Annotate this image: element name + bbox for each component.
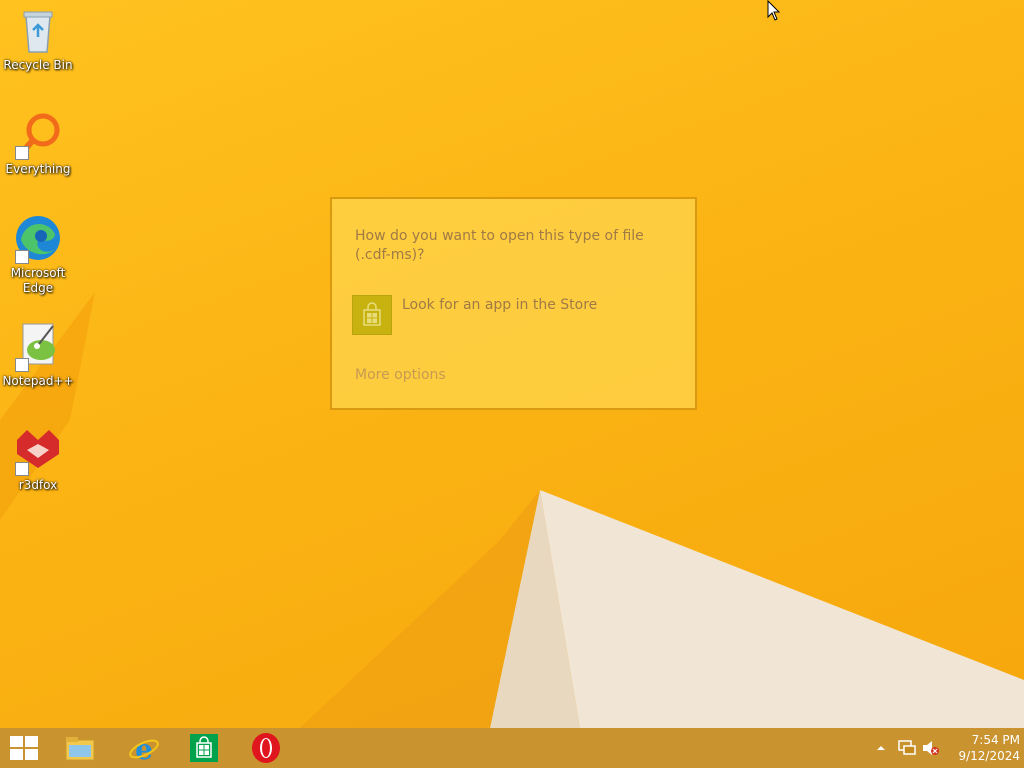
system-tray bbox=[874, 728, 944, 768]
desktop-icon-r3dfox[interactable]: r3dfox bbox=[0, 426, 76, 493]
open-with-dialog: How do you want to open this type of fil… bbox=[330, 197, 697, 410]
recycle-bin-icon bbox=[13, 6, 63, 56]
taskbar-file-explorer[interactable] bbox=[50, 728, 110, 768]
store-option-label: Look for an app in the Store bbox=[402, 297, 598, 313]
taskbar-store[interactable] bbox=[174, 728, 234, 768]
more-options-link[interactable]: More options bbox=[355, 367, 446, 383]
desktop-icon-label: Microsoft Edge bbox=[10, 266, 66, 295]
desktop-icon-label: Recycle Bin bbox=[3, 58, 73, 72]
network-icon[interactable] bbox=[898, 740, 916, 756]
r3dfox-icon bbox=[13, 426, 63, 476]
mouse-cursor-icon bbox=[767, 0, 781, 21]
everything-search-icon bbox=[13, 110, 63, 160]
desktop-icon-label: Notepad++ bbox=[2, 374, 74, 388]
shortcut-arrow-icon bbox=[15, 146, 29, 160]
taskbar: e 7:54 PM 9/12/2024 bbox=[0, 728, 1024, 768]
desktop-icon-everything[interactable]: Everything bbox=[0, 110, 76, 177]
desktop-icon-label: r3dfox bbox=[18, 478, 58, 492]
taskbar-opera[interactable] bbox=[236, 728, 296, 768]
shortcut-arrow-icon bbox=[15, 250, 29, 264]
wallpaper-white-shard bbox=[540, 490, 1024, 728]
svg-text:e: e bbox=[135, 733, 153, 764]
start-button[interactable] bbox=[0, 728, 48, 768]
clock-date: 9/12/2024 bbox=[958, 749, 1020, 763]
store-bag-icon bbox=[352, 295, 392, 335]
shortcut-arrow-icon bbox=[15, 358, 29, 372]
desktop-icon-microsoft-edge[interactable]: Microsoft Edge bbox=[0, 214, 76, 296]
file-explorer-icon bbox=[65, 737, 95, 761]
edge-icon bbox=[13, 214, 63, 264]
volume-muted-icon[interactable] bbox=[922, 740, 940, 756]
desktop[interactable]: Recycle Bin Everything Microsoft Edge No… bbox=[0, 0, 1024, 728]
desktop-icon-recycle-bin[interactable]: Recycle Bin bbox=[0, 6, 76, 73]
store-icon bbox=[190, 734, 218, 762]
desktop-icon-label: Everything bbox=[5, 162, 71, 176]
dialog-title: How do you want to open this type of fil… bbox=[355, 228, 644, 263]
clock[interactable]: 7:54 PM 9/12/2024 bbox=[946, 732, 1020, 764]
notepad-plus-plus-icon bbox=[13, 322, 63, 372]
shortcut-arrow-icon bbox=[15, 462, 29, 476]
taskbar-internet-explorer[interactable]: e bbox=[114, 728, 174, 768]
opera-icon bbox=[252, 733, 280, 763]
start-icon bbox=[10, 736, 38, 760]
desktop-icon-notepad-plus-plus[interactable]: Notepad++ bbox=[0, 322, 76, 389]
clock-time: 7:54 PM bbox=[971, 733, 1020, 747]
look-for-app-in-store-option[interactable]: Look for an app in the Store bbox=[352, 295, 672, 335]
show-hidden-icons-chevron-icon[interactable] bbox=[876, 744, 886, 752]
internet-explorer-icon: e bbox=[129, 733, 159, 764]
